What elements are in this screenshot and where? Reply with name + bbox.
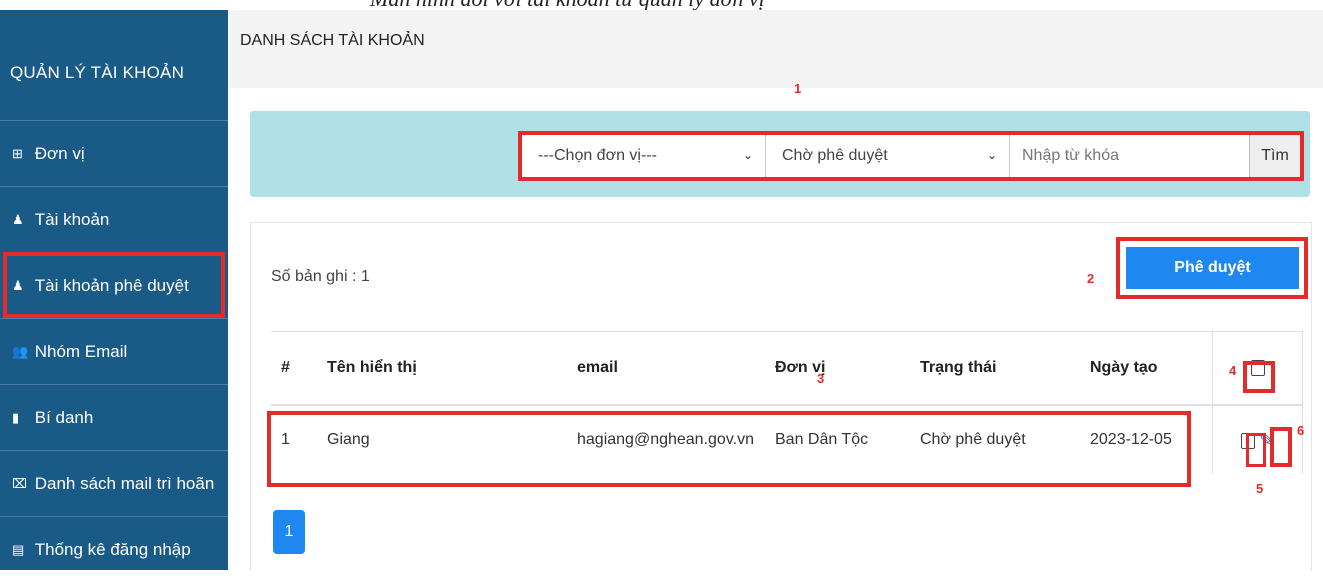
filter-bar: ---Chọn đơn vị--- ⌄ Chờ phê duyệt ⌄ Nhập… <box>250 111 1310 197</box>
sidebar-item-accounts[interactable]: ♟ Tài khoản <box>0 186 228 252</box>
cell-email: hagiang@nghean.gov.vn <box>567 404 765 474</box>
col-created: Ngày tạo <box>1080 331 1213 406</box>
users-icon: 👥 <box>12 343 29 359</box>
annotation-5: 5 <box>1256 481 1264 496</box>
main-content: DANH SÁCH TÀI KHOẢN 1 ---Chọn đơn vị--- … <box>228 10 1323 571</box>
user-icon: ♟ <box>12 211 24 227</box>
chevron-down-icon: ⌄ <box>742 148 753 162</box>
sidebar-item-aliases[interactable]: ▮ Bí danh <box>0 384 228 450</box>
sidebar-item-label: Tài khoản phê duyệt <box>34 275 189 295</box>
sidebar-item-label: Danh sách mail trì hoãn <box>34 473 215 493</box>
row-checkbox[interactable] <box>1240 433 1255 450</box>
sidebar-title: QUẢN LÝ TÀI KHOẢN <box>10 63 185 82</box>
accounts-table: # Tên hiển thị email Đơn vị Trạng thái N… <box>271 331 1303 474</box>
col-email: email <box>567 331 765 406</box>
col-select <box>1212 331 1303 406</box>
grid-icon: ⊞ <box>12 145 23 161</box>
sidebar-item-label: Tài khoản <box>34 209 110 229</box>
annotation-3: 3 <box>817 371 825 386</box>
col-index: # <box>271 331 317 406</box>
col-unit: Đơn vị <box>765 331 910 406</box>
cell-actions: ✎ <box>1212 404 1303 474</box>
bookmark-icon: ▮ <box>12 409 20 425</box>
sidebar-item-approval-accounts[interactable]: ♟ Tài khoản phê duyệt <box>3 252 225 318</box>
cell-display-name: Giang <box>317 404 567 474</box>
cell-unit: Ban Dân Tộc <box>765 404 910 474</box>
sidebar-item-label: Bí danh <box>34 407 94 427</box>
sidebar-item-email-groups[interactable]: 👥 Nhóm Email <box>0 318 228 384</box>
user-icon: ♟ <box>12 277 24 293</box>
sidebar-item-login-stats[interactable]: ▤ Thống kê đăng nhập <box>0 516 228 582</box>
sidebar: QUẢN LÝ TÀI KHOẢN ⊞ Đơn vị ♟ Tài khoản ♟… <box>0 10 228 570</box>
cell-index: 1 <box>271 404 317 474</box>
edit-icon[interactable]: ✎ <box>1259 430 1274 450</box>
unit-select[interactable]: ---Chọn đơn vị--- ⌄ <box>522 135 766 177</box>
status-select[interactable]: Chờ phê duyệt ⌄ <box>766 135 1010 177</box>
clock-icon: ⌧ <box>12 475 27 491</box>
record-count: Số bản ghi : 1 <box>271 268 370 285</box>
sidebar-item-label: Thống kê đăng nhập <box>34 539 191 559</box>
select-all-checkbox[interactable] <box>1250 359 1265 376</box>
sidebar-item-label: Đơn vị <box>34 143 85 163</box>
col-display-name: Tên hiển thị <box>317 331 567 406</box>
status-select-value: Chờ phê duyệt <box>782 147 888 164</box>
table-header-row: # Tên hiển thị email Đơn vị Trạng thái N… <box>271 331 1303 406</box>
sidebar-item-units[interactable]: ⊞ Đơn vị <box>0 120 228 186</box>
chevron-down-icon: ⌄ <box>986 148 997 162</box>
page-title: DANH SÁCH TÀI KHOẢN <box>240 32 425 49</box>
account-list-panel: Số bản ghi : 1 2 Phê duyệt # Tên hiển th… <box>250 222 1312 571</box>
filter-group: ---Chọn đơn vị--- ⌄ Chờ phê duyệt ⌄ Nhập… <box>518 131 1304 181</box>
annotation-2: 2 <box>1087 271 1095 286</box>
col-status: Trạng thái <box>910 331 1080 406</box>
sidebar-item-deferred-mail[interactable]: ⌧ Danh sách mail trì hoãn <box>0 450 228 516</box>
search-button[interactable]: Tìm <box>1249 135 1300 177</box>
sidebar-item-label: Nhóm Email <box>34 341 128 361</box>
page-header: DANH SÁCH TÀI KHOẢN <box>228 10 1323 88</box>
keyword-input[interactable]: Nhập từ khóa <box>1010 135 1249 177</box>
approve-button[interactable]: Phê duyệt <box>1126 247 1299 289</box>
unit-select-value: ---Chọn đơn vị--- <box>538 147 657 164</box>
approve-highlight: Phê duyệt <box>1116 237 1308 299</box>
stats-icon: ▤ <box>12 541 25 557</box>
annotation-6: 6 <box>1297 423 1305 438</box>
annotation-4: 4 <box>1229 363 1237 378</box>
annotation-1: 1 <box>794 81 802 96</box>
pagination-page-1[interactable]: 1 <box>273 510 305 554</box>
cell-created: 2023-12-05 <box>1080 404 1213 474</box>
table-row: 1 Giang hagiang@nghean.gov.vn Ban Dân Tộ… <box>271 404 1303 474</box>
cell-status: Chờ phê duyệt <box>910 404 1080 474</box>
